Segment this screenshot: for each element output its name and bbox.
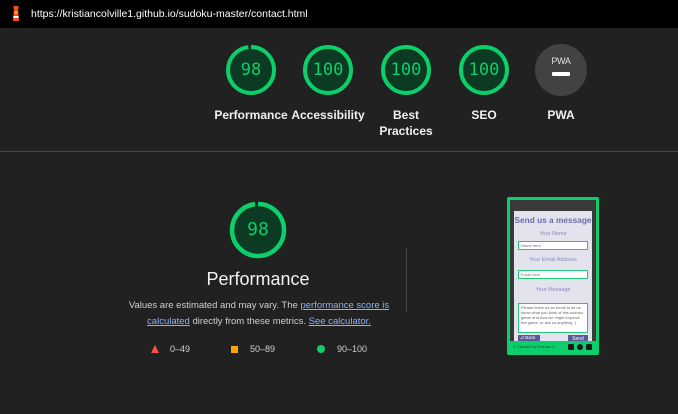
gauge-score: 100 bbox=[312, 60, 344, 80]
gauge-label: Best Practices bbox=[379, 108, 433, 138]
gauge-seo[interactable]: 100 SEO bbox=[444, 44, 524, 123]
performance-section: 98 Performance Values are estimated and … bbox=[0, 152, 678, 414]
gauge-label: SEO bbox=[471, 108, 497, 122]
vertical-divider bbox=[406, 248, 407, 312]
gauge-score: 100 bbox=[390, 60, 422, 80]
legend-range: 50–89 bbox=[250, 344, 276, 354]
gauge-accessibility[interactable]: 100 Accessibility bbox=[288, 44, 368, 123]
form-title: Send us a message bbox=[514, 215, 592, 225]
url-bar: https://kristiancolville1.github.io/sudo… bbox=[0, 0, 678, 28]
legend-fail: 0–49 bbox=[151, 344, 190, 354]
email-field: Email here bbox=[518, 270, 588, 279]
description-text: Values are estimated and may vary. The bbox=[128, 300, 301, 311]
footer-text: © Created by Kristian C. bbox=[513, 344, 557, 349]
legend-pass: 90–100 bbox=[317, 344, 367, 354]
legend-average: 50–89 bbox=[231, 344, 275, 354]
page-screenshot-thumbnail[interactable]: Send us a message Your Name Name here Yo… bbox=[507, 197, 599, 355]
name-label: Your Name bbox=[539, 231, 567, 237]
email-label: Your Email Address bbox=[529, 257, 577, 263]
gauge-label: PWA bbox=[547, 108, 575, 122]
gauge-best-practices[interactable]: 100 Best Practices bbox=[366, 44, 446, 139]
page-url[interactable]: https://kristiancolville1.github.io/sudo… bbox=[31, 8, 308, 20]
performance-score: 98 bbox=[247, 219, 269, 240]
linkedin-icon bbox=[586, 344, 592, 350]
contact-form-preview: Send us a message Your Name Name here Yo… bbox=[514, 211, 592, 343]
thumbnail-viewport: Send us a message Your Name Name here Yo… bbox=[510, 200, 596, 352]
mail-icon bbox=[568, 344, 574, 350]
gauge-label: Accessibility bbox=[291, 108, 365, 122]
message-label: Your Message bbox=[535, 287, 571, 293]
circle-icon bbox=[317, 345, 325, 353]
pwa-dash-icon bbox=[552, 72, 570, 76]
gauge-ring: 98 bbox=[225, 44, 277, 96]
gauge-pwa[interactable]: PWA PWA bbox=[521, 44, 601, 123]
description-text: directly from these metrics. bbox=[189, 316, 309, 327]
gauge-score: 98 bbox=[240, 60, 262, 80]
gauge-performance[interactable]: 98 Performance bbox=[211, 44, 291, 123]
performance-gauge: 98 bbox=[229, 201, 287, 259]
pwa-badge: PWA bbox=[535, 44, 587, 96]
lighthouse-icon bbox=[13, 6, 19, 21]
thumbnail-footer: © Created by Kristian C. bbox=[510, 341, 596, 352]
gauge-score: 100 bbox=[468, 60, 500, 80]
gauge-ring: 100 bbox=[302, 44, 354, 96]
square-icon bbox=[231, 345, 238, 353]
github-icon bbox=[577, 344, 583, 350]
message-field: Please leave us an email to let us know … bbox=[518, 303, 588, 333]
gauge-ring: 100 bbox=[380, 44, 432, 96]
name-field: Name here bbox=[518, 241, 588, 250]
pwa-badge-text: PWA bbox=[551, 56, 571, 66]
score-summary: 98 Performance 100 Accessibility 100 Bes… bbox=[0, 28, 678, 152]
triangle-icon bbox=[151, 345, 159, 353]
gauge-label: Performance bbox=[214, 108, 288, 122]
legend-range: 90–100 bbox=[337, 344, 368, 354]
calculator-link[interactable]: See calculator. bbox=[309, 316, 371, 327]
performance-description: Values are estimated and may vary. The p… bbox=[118, 298, 400, 330]
performance-title: Performance bbox=[206, 269, 310, 289]
legend-range: 0–49 bbox=[170, 344, 191, 354]
gauge-ring: 100 bbox=[458, 44, 510, 96]
